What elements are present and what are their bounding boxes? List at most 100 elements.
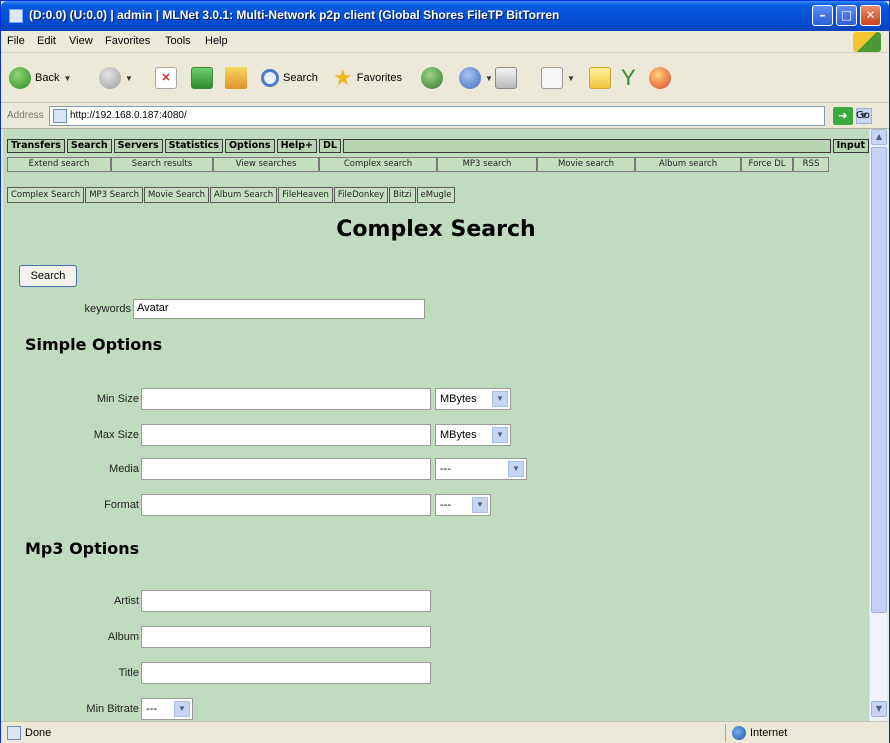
chevron-down-icon[interactable]: ▼ — [508, 461, 524, 477]
mail-button[interactable]: ▼ — [459, 66, 493, 90]
print-icon — [495, 67, 517, 89]
title-input[interactable] — [141, 662, 431, 684]
menu-help[interactable]: Help — [205, 35, 228, 47]
address-url[interactable]: http://192.168.0.187:4080/ — [70, 110, 187, 121]
tab-bitzi[interactable]: Bitzi — [389, 187, 416, 203]
minimize-icon[interactable]: – — [812, 5, 833, 26]
format-input[interactable] — [141, 494, 431, 516]
menu-file[interactable]: File — [7, 35, 25, 47]
menu-view[interactable]: View — [69, 35, 93, 47]
page-icon — [53, 109, 67, 123]
format-select[interactable]: --- ▼ — [435, 494, 491, 516]
min-size-input[interactable] — [141, 388, 431, 410]
stop-icon: ✕ — [155, 67, 177, 89]
max-size-input[interactable] — [141, 424, 431, 446]
search-toolbar-button[interactable]: Search — [261, 66, 318, 90]
scroll-thumb[interactable] — [871, 147, 887, 613]
messenger-button[interactable]: Y — [621, 66, 636, 90]
chevron-down-icon[interactable]: ▼ — [567, 74, 575, 83]
scroll-down-icon[interactable]: ▼ — [871, 701, 887, 717]
tab-emugle[interactable]: eMugle — [416, 187, 456, 203]
chevron-down-icon[interactable]: ▼ — [63, 74, 71, 83]
media-select[interactable]: --- ▼ — [435, 458, 527, 480]
tab-mp3-search[interactable]: MP3 Search — [85, 187, 143, 203]
tab-fileheaven[interactable]: FileHeaven — [278, 187, 333, 203]
mp3-options-heading: Mp3 Options — [25, 539, 140, 558]
min-size-unit-select[interactable]: MBytes ▼ — [435, 388, 511, 410]
nav-servers[interactable]: Servers — [113, 139, 163, 153]
media-input[interactable] — [141, 458, 431, 480]
nav-help[interactable]: Help+ — [276, 139, 317, 153]
home-button[interactable] — [225, 66, 247, 90]
chevron-down-icon[interactable]: ▼ — [485, 74, 493, 83]
nav-dl[interactable]: DL — [319, 139, 341, 153]
subnav-search-results[interactable]: Search results — [111, 157, 213, 172]
subnav-movie-search[interactable]: Movie search — [537, 157, 635, 172]
favorites-button[interactable]: ★ Favorites — [333, 66, 402, 90]
forward-button[interactable]: ▼ — [99, 66, 133, 90]
go-arrow-icon[interactable]: ➜ — [833, 107, 853, 125]
scroll-up-icon[interactable]: ▲ — [871, 129, 887, 145]
subnav-mp3-search[interactable]: MP3 search — [437, 157, 537, 172]
subnav-album-search[interactable]: Album search — [635, 157, 741, 172]
album-input[interactable] — [141, 626, 431, 648]
go-button[interactable]: Go — [856, 110, 870, 121]
address-input[interactable]: http://192.168.0.187:4080/ ▼ — [49, 106, 872, 126]
search-button[interactable]: Search — [19, 265, 77, 287]
discuss-button[interactable] — [589, 66, 611, 90]
simple-options-heading: Simple Options — [25, 335, 163, 354]
refresh-button[interactable] — [191, 66, 213, 90]
research-button[interactable] — [649, 66, 671, 90]
subnav-rss[interactable]: RSS — [793, 157, 829, 172]
subnav-view-searches[interactable]: View searches — [213, 157, 319, 172]
menu-favorites[interactable]: Favorites — [105, 35, 150, 47]
chevron-down-icon[interactable]: ▼ — [174, 701, 190, 717]
edit-document-icon — [541, 67, 563, 89]
subnav-force-dl[interactable]: Force DL — [741, 157, 793, 172]
back-button[interactable]: Back ▼ — [9, 66, 71, 90]
toolbar: Back ▼ ▼ ✕ Search ★ Favorites ▼ ▼ Y — [1, 53, 889, 103]
vertical-scrollbar[interactable]: ▲ ▼ — [869, 129, 887, 721]
input-button[interactable]: Input — [832, 139, 869, 153]
close-icon[interactable]: ✕ — [860, 5, 881, 26]
stop-button[interactable]: ✕ — [155, 66, 177, 90]
chevron-down-icon[interactable]: ▼ — [492, 391, 508, 407]
subnav-complex-search[interactable]: Complex search — [319, 157, 437, 172]
edit-button[interactable]: ▼ — [541, 66, 575, 90]
maximize-icon[interactable]: □ — [836, 5, 857, 26]
media-label: Media — [109, 463, 139, 475]
nav-options[interactable]: Options — [224, 139, 275, 153]
artist-label: Artist — [113, 595, 139, 607]
album-label: Album — [107, 631, 139, 643]
menu-edit[interactable]: Edit — [37, 35, 56, 47]
max-size-unit-select[interactable]: MBytes ▼ — [435, 424, 511, 446]
tab-album-search[interactable]: Album Search — [210, 187, 278, 203]
artist-input[interactable] — [141, 590, 431, 612]
nav-statistics[interactable]: Statistics — [164, 139, 223, 153]
menu-tools[interactable]: Tools — [165, 35, 191, 47]
chevron-down-icon[interactable]: ▼ — [125, 74, 133, 83]
mail-icon — [459, 67, 481, 89]
address-bar: Address http://192.168.0.187:4080/ ▼ ➜ G… — [1, 103, 889, 129]
title-label: Title — [118, 667, 139, 679]
subnav-extend-search[interactable]: Extend search — [7, 157, 111, 172]
nav-search[interactable]: Search — [66, 139, 112, 153]
search-tabs: Complex Search MP3 Search Movie Search A… — [7, 187, 456, 203]
chevron-down-icon[interactable]: ▼ — [492, 427, 508, 443]
nav-transfers[interactable]: Transfers — [7, 139, 65, 153]
history-button[interactable] — [421, 66, 443, 90]
min-bitrate-select[interactable]: --- ▼ — [141, 698, 193, 720]
window-title: (D:0.0) (U:0.0) | admin | MLNet 3.0.1: M… — [29, 8, 560, 22]
page-title: Complex Search — [336, 217, 536, 242]
print-button[interactable] — [495, 66, 517, 90]
menu-bar: File Edit View Favorites Tools Help — [1, 31, 889, 53]
keywords-input[interactable]: Avatar — [133, 299, 425, 319]
tab-filedonkey[interactable]: FileDonkey — [333, 187, 389, 203]
command-input[interactable] — [342, 139, 831, 153]
tab-complex-search[interactable]: Complex Search — [7, 187, 85, 203]
back-arrow-icon — [9, 67, 31, 89]
tab-movie-search[interactable]: Movie Search — [143, 187, 210, 203]
page-content: Transfers Search Servers Statistics Opti… — [3, 129, 869, 721]
chevron-down-icon[interactable]: ▼ — [472, 497, 488, 513]
star-icon: ★ — [333, 65, 353, 90]
